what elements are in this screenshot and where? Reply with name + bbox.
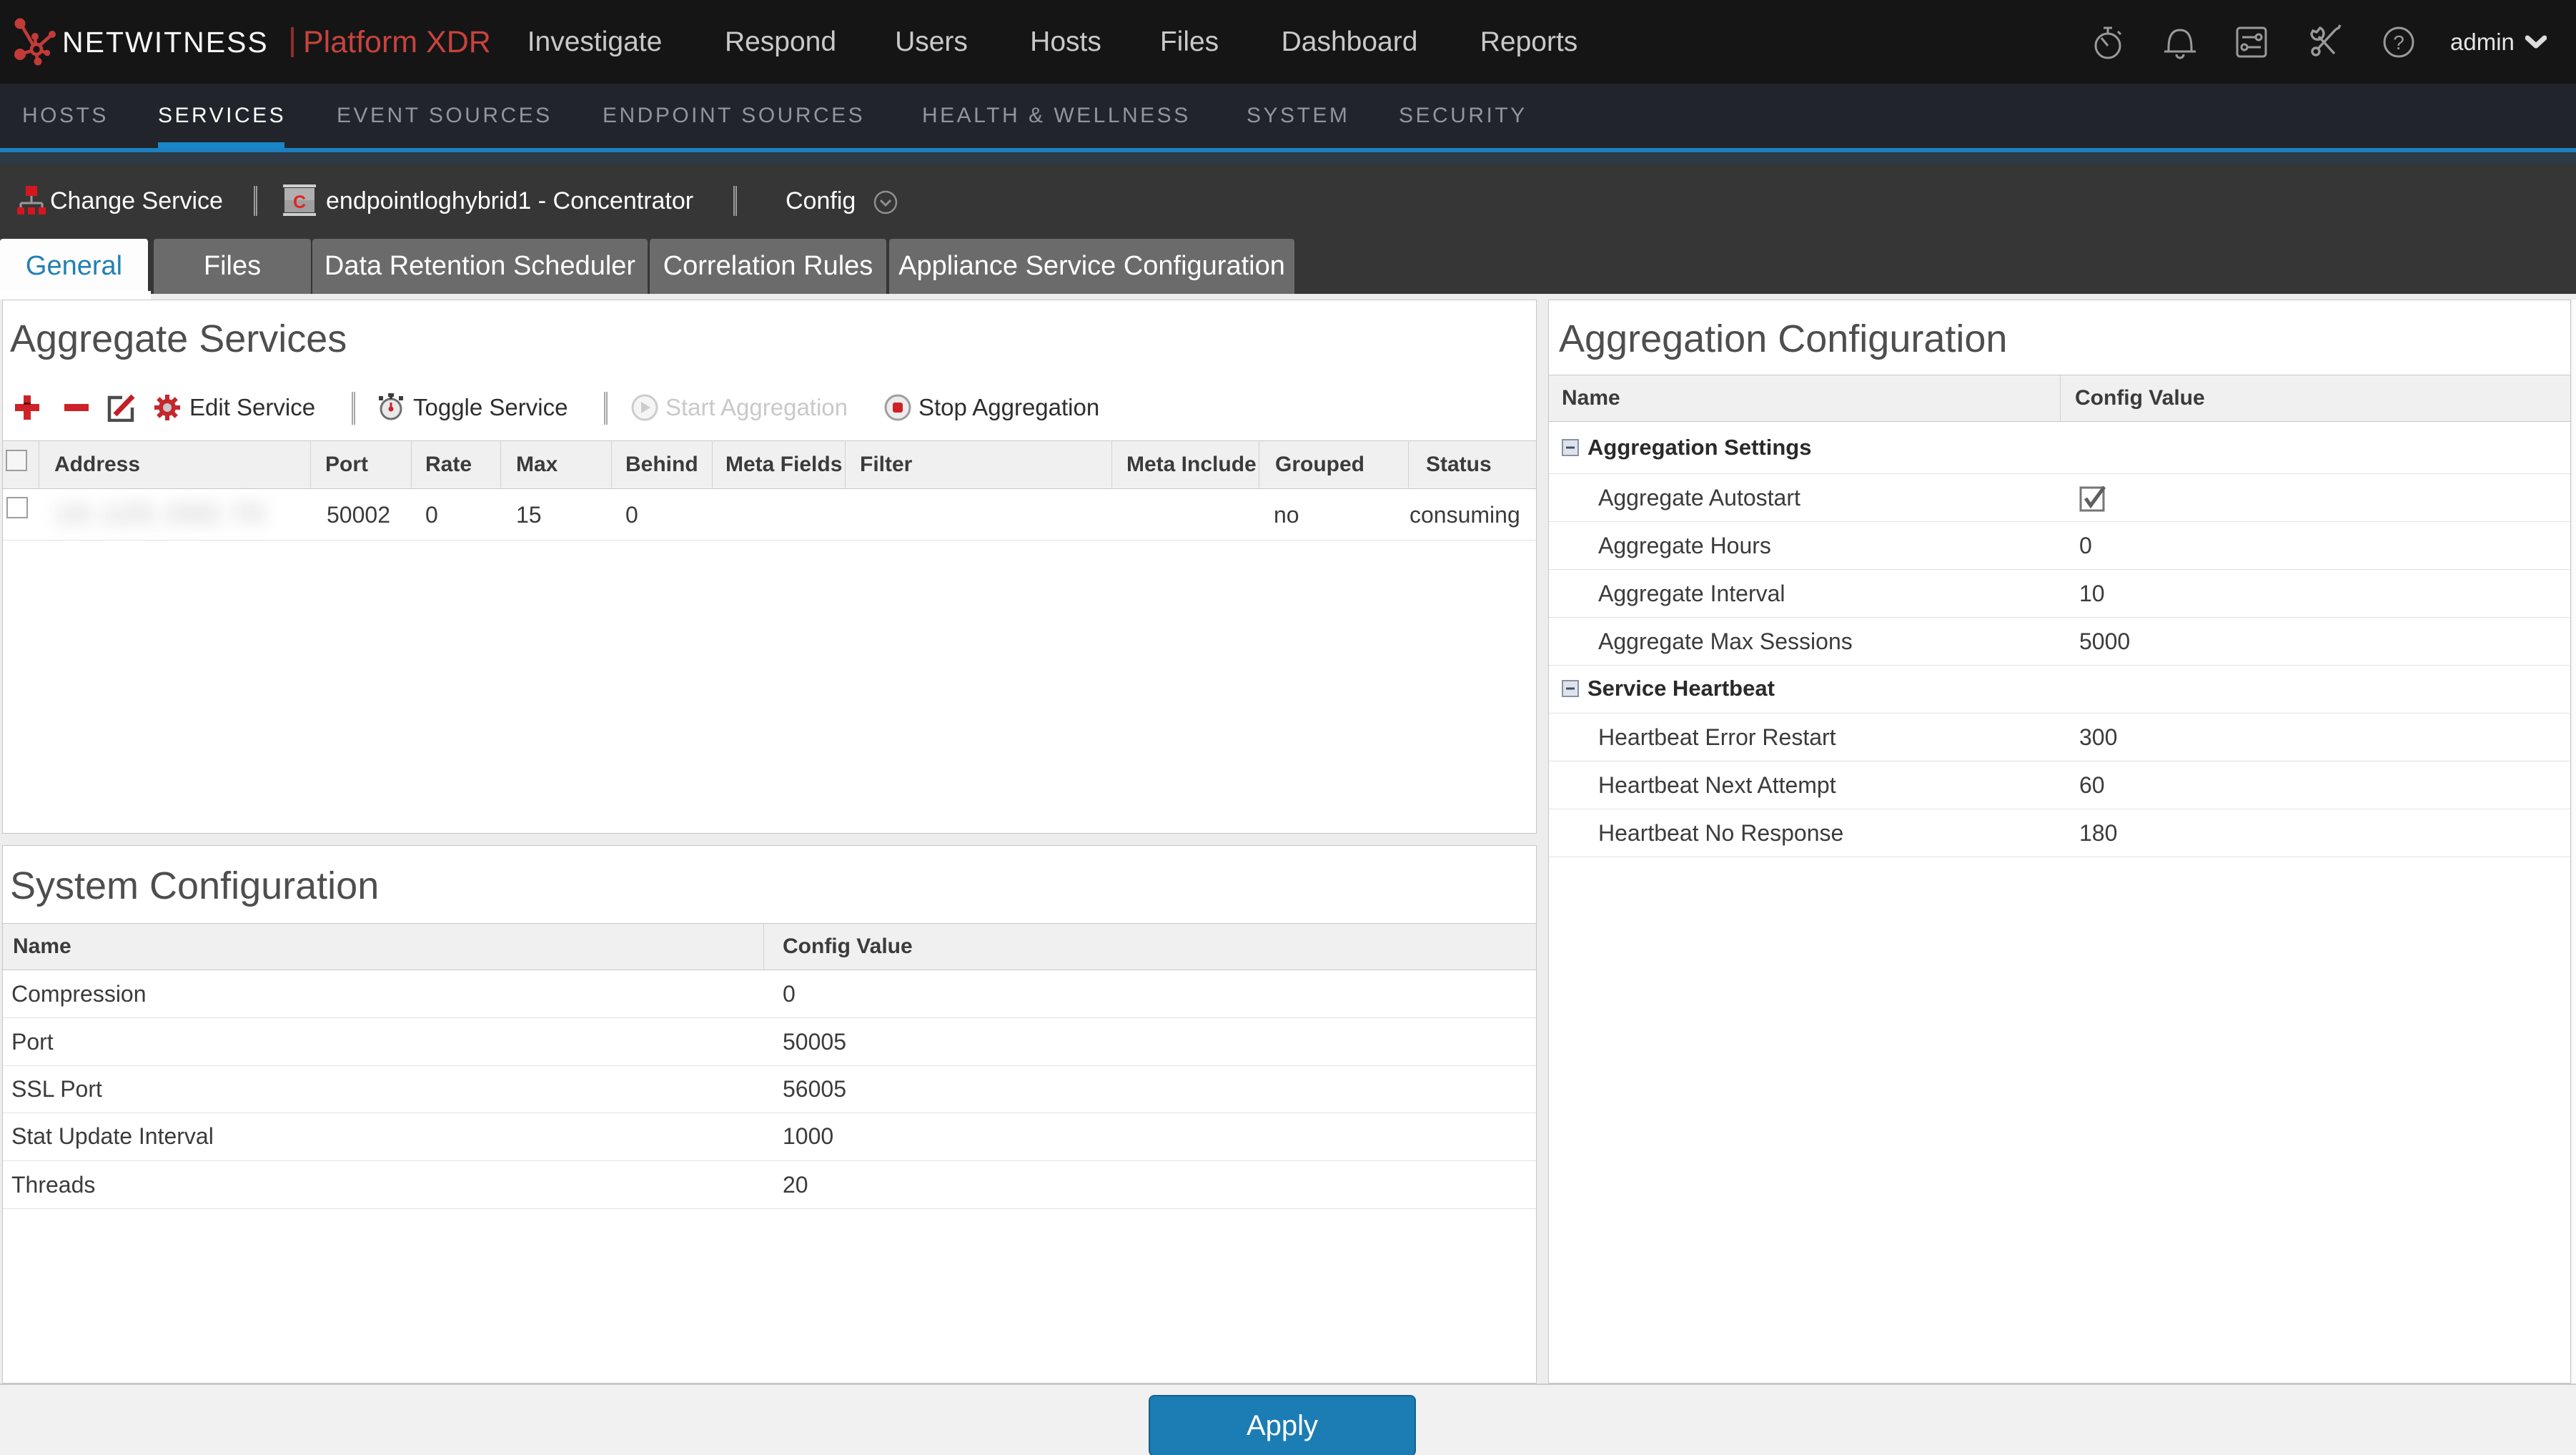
svg-text:C: C xyxy=(293,192,306,212)
svg-text:?: ? xyxy=(2393,31,2404,54)
